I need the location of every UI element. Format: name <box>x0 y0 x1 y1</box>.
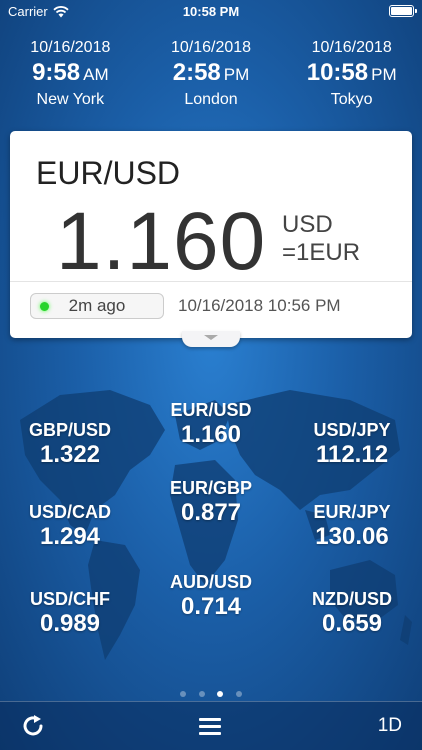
rate-tile-pair: USD/CAD <box>28 502 111 522</box>
clock-time-value: 9:58 <box>32 59 81 86</box>
selected-rate: 1.160 <box>56 196 267 287</box>
clock-ampm: PM <box>371 65 397 84</box>
rate-unit-quote: USD <box>282 211 333 238</box>
rate-tile-pair: USD/CHF <box>30 589 110 609</box>
rate-tile-value: 0.714 <box>180 593 242 620</box>
rate-tile-pair: EUR/USD <box>170 400 252 420</box>
rate-tile-value: 130.06 <box>315 523 389 550</box>
clock-date: 10/16/2018 <box>170 39 252 56</box>
time-period-button[interactable]: 1D <box>378 715 402 737</box>
rate-tile-value: 112.12 <box>315 441 389 468</box>
rate-unit-base: =1EUR <box>282 239 361 266</box>
card-divider <box>10 281 412 282</box>
clock-ampm: AM <box>83 65 109 84</box>
rate-tile-eur-jpy[interactable]: EUR/JPY 130.06 <box>282 502 422 551</box>
clock-date: 10/16/2018 <box>30 39 111 56</box>
rate-tile-usd-cad[interactable]: USD/CAD 1.294 <box>0 502 140 551</box>
page-dot-active[interactable] <box>217 691 224 697</box>
last-updated-timestamp: 10/16/2018 10:56 PM <box>178 296 341 315</box>
rate-tile-pair: EUR/GBP <box>169 478 252 498</box>
rate-detail-card[interactable]: EUR/USD 1.160 USD =1EUR 2m ago 10/16/201… <box>10 131 412 347</box>
card-collapse-handle[interactable] <box>182 331 240 347</box>
page-indicator[interactable] <box>0 684 422 702</box>
page-dot[interactable] <box>180 691 187 697</box>
clock-date: 10/16/2018 <box>311 39 392 56</box>
page-dot[interactable] <box>198 691 205 697</box>
rate-tile-nzd-usd[interactable]: NZD/USD 0.659 <box>282 589 422 638</box>
clock-ampm: PM <box>223 65 250 84</box>
rate-tile-pair: AUD/USD <box>169 572 252 592</box>
clock-new-york: 10/16/2018 9:58 AM New York <box>0 38 141 110</box>
rate-tile-pair: USD/JPY <box>313 420 391 440</box>
rate-tile-value: 0.659 <box>321 610 383 637</box>
status-bar: Carrier 10:58 PM <box>0 0 422 24</box>
bottom-toolbar: 1D <box>0 701 422 750</box>
page-dot[interactable] <box>235 691 242 697</box>
clock-tokyo: 10/16/2018 10:58 PM Tokyo <box>281 38 422 110</box>
rate-tile-eur-usd[interactable]: EUR/USD 1.160 <box>141 400 281 449</box>
refresh-icon[interactable] <box>20 713 46 739</box>
selected-pair: EUR/USD <box>36 155 181 191</box>
rate-unit: USD =1EUR <box>282 211 360 267</box>
clock-time: 10:58 PM <box>281 58 422 90</box>
rate-tile-pair: NZD/USD <box>312 589 392 609</box>
rate-tile-value: 1.294 <box>39 523 101 550</box>
last-updated-badge: 2m ago <box>30 293 164 319</box>
rate-tile-aud-usd[interactable]: AUD/USD 0.714 <box>141 572 281 621</box>
rate-tile-value: 0.877 <box>180 499 242 526</box>
rate-tile-pair: GBP/USD <box>28 420 111 440</box>
clock-city: London <box>184 91 238 108</box>
rate-tile-value: 0.989 <box>39 610 101 637</box>
menu-icon[interactable] <box>199 718 221 735</box>
rate-tile-gbp-usd[interactable]: GBP/USD 1.322 <box>0 420 140 469</box>
clock-city: Tokyo <box>330 91 373 108</box>
clock-time-value: 2:58 <box>172 59 221 86</box>
rate-tile-value: 1.322 <box>39 441 101 468</box>
rate-tile-value: 1.160 <box>180 421 242 448</box>
world-clocks: 10/16/2018 9:58 AM New York 10/16/2018 2:… <box>0 38 422 110</box>
last-updated-ago: 2m ago <box>68 296 126 315</box>
clock-time-value: 10:58 <box>306 59 369 86</box>
clock-city: New York <box>36 91 105 108</box>
live-status-dot-icon <box>40 302 49 311</box>
rate-tile-eur-gbp[interactable]: EUR/GBP 0.877 <box>141 478 281 527</box>
clock-london: 10/16/2018 2:58 PM London <box>141 38 282 110</box>
status-time: 10:58 PM <box>182 4 240 19</box>
clock-time: 9:58 AM <box>0 58 141 90</box>
rate-tile-usd-chf[interactable]: USD/CHF 0.989 <box>0 589 140 638</box>
rate-tile-usd-jpy[interactable]: USD/JPY 112.12 <box>282 420 422 469</box>
battery-icon <box>389 5 417 17</box>
rate-tile-pair: EUR/JPY <box>313 502 391 522</box>
clock-time: 2:58 PM <box>141 58 282 90</box>
rates-grid: EUR/USD 1.160 GBP/USD 1.322 USD/JPY 112.… <box>0 360 422 670</box>
